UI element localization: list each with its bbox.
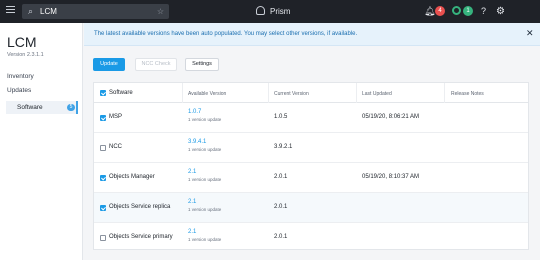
header-release-notes[interactable]: Release Notes [451,91,484,97]
available-version-cell[interactable]: 3.9.4.1 1 version update [188,139,221,152]
sidebar-item-software[interactable]: Software 5 [6,101,78,114]
version-update-note: 1 version update [188,117,222,122]
banner-message: The latest available versions have been … [94,31,358,37]
last-updated: 05/19/20, 8:06:21 AM [362,114,420,120]
search-box[interactable]: ⌕ LCM ☆ [22,4,169,19]
table-row[interactable]: NCC 3.9.4.1 1 version update 3.9.2.1 [94,133,528,163]
bell-icon[interactable]: 🔔︎ [424,6,435,17]
software-count-badge: 5 [67,104,75,111]
version-update-note: 1 version update [188,177,222,182]
row-checkbox[interactable] [100,115,106,121]
brand[interactable]: Prism [256,5,290,18]
current-version: 3.9.2.1 [274,144,293,150]
column-divider [444,83,445,103]
available-version-cell[interactable]: 2.1 1 version update [188,169,221,182]
available-version[interactable]: 2.1 [188,169,221,175]
software-name: MSP [109,114,123,120]
sidebar-item-label: Software [17,104,43,111]
software-name: NCC [109,144,122,150]
menu-icon[interactable] [6,6,15,17]
brand-label: Prism [270,7,291,16]
table-row[interactable]: MSP 1.0.7 1 version update 1.0.5 05/19/2… [94,103,528,133]
current-version: 2.0.1 [274,174,288,180]
update-button[interactable]: Update [93,58,125,71]
row-checkbox[interactable] [100,205,106,211]
status-ring-icon[interactable] [452,6,461,15]
header-available-version[interactable]: Available Version [188,91,226,97]
available-version-cell[interactable]: 2.1 1 version update [188,199,221,212]
info-banner: The latest available versions have been … [84,23,540,46]
sidebar-item-updates[interactable]: Updates [7,87,31,94]
available-version-cell[interactable]: 1.0.7 1 version update [188,109,221,122]
table-row[interactable]: Objects Service primary 2.1 1 version up… [94,223,528,253]
tasks-badge[interactable]: 1 [463,6,473,16]
gear-icon[interactable]: ⚙ [496,5,505,18]
search-input[interactable]: LCM [40,6,57,17]
header-current-version[interactable]: Current Version [274,91,309,97]
available-version[interactable]: 2.1 [188,229,221,235]
app-version: Version 2.3.1.1 [7,52,44,58]
prism-logo-icon [256,6,265,15]
column-divider [182,83,183,103]
last-updated: 05/19/20, 8:10:37 AM [362,174,420,180]
alerts-badge[interactable]: 4 [435,6,445,16]
row-checkbox[interactable] [100,145,106,151]
available-version[interactable]: 2.1 [188,199,221,205]
ncc-check-button: NCC Check [135,58,177,71]
sidebar-item-inventory[interactable]: Inventory [7,73,34,80]
version-update-note: 1 version update [188,147,222,152]
help-icon[interactable]: ? [481,5,486,18]
table-row[interactable]: Objects Service replica 2.1 1 version up… [94,193,528,223]
software-name: Objects Manager [109,174,155,180]
row-checkbox[interactable] [100,235,106,241]
available-version[interactable]: 3.9.4.1 [188,139,221,145]
close-icon[interactable]: ✕ [526,28,534,39]
top-navigation-bar: ⌕ LCM ☆ Prism 🔔︎ 4 1 ? ⚙ [0,0,540,23]
current-version: 2.0.1 [274,204,288,210]
sidebar: LCM Version 2.3.1.1 Inventory Updates So… [0,23,83,260]
software-name: Objects Service primary [109,234,173,240]
star-icon[interactable]: ☆ [157,6,164,17]
column-divider [268,83,269,103]
app-title: LCM [7,34,37,50]
select-all-checkbox[interactable] [100,90,106,96]
version-update-note: 1 version update [188,237,222,242]
current-version: 2.0.1 [274,234,288,240]
current-version: 1.0.5 [274,114,288,120]
header-software[interactable]: Software [109,90,133,96]
software-name: Objects Service replica [109,204,171,210]
column-divider [356,83,357,103]
header-last-updated[interactable]: Last Updated [362,91,392,97]
software-table: Software Available Version Current Versi… [93,82,529,250]
available-version[interactable]: 1.0.7 [188,109,221,115]
settings-button[interactable]: Settings [185,58,219,71]
table-row[interactable]: Objects Manager 2.1 1 version update 2.0… [94,163,528,193]
version-update-note: 1 version update [188,207,222,212]
available-version-cell[interactable]: 2.1 1 version update [188,229,221,242]
row-checkbox[interactable] [100,175,106,181]
search-icon: ⌕ [28,6,34,16]
table-header: Software Available Version Current Versi… [94,83,528,103]
